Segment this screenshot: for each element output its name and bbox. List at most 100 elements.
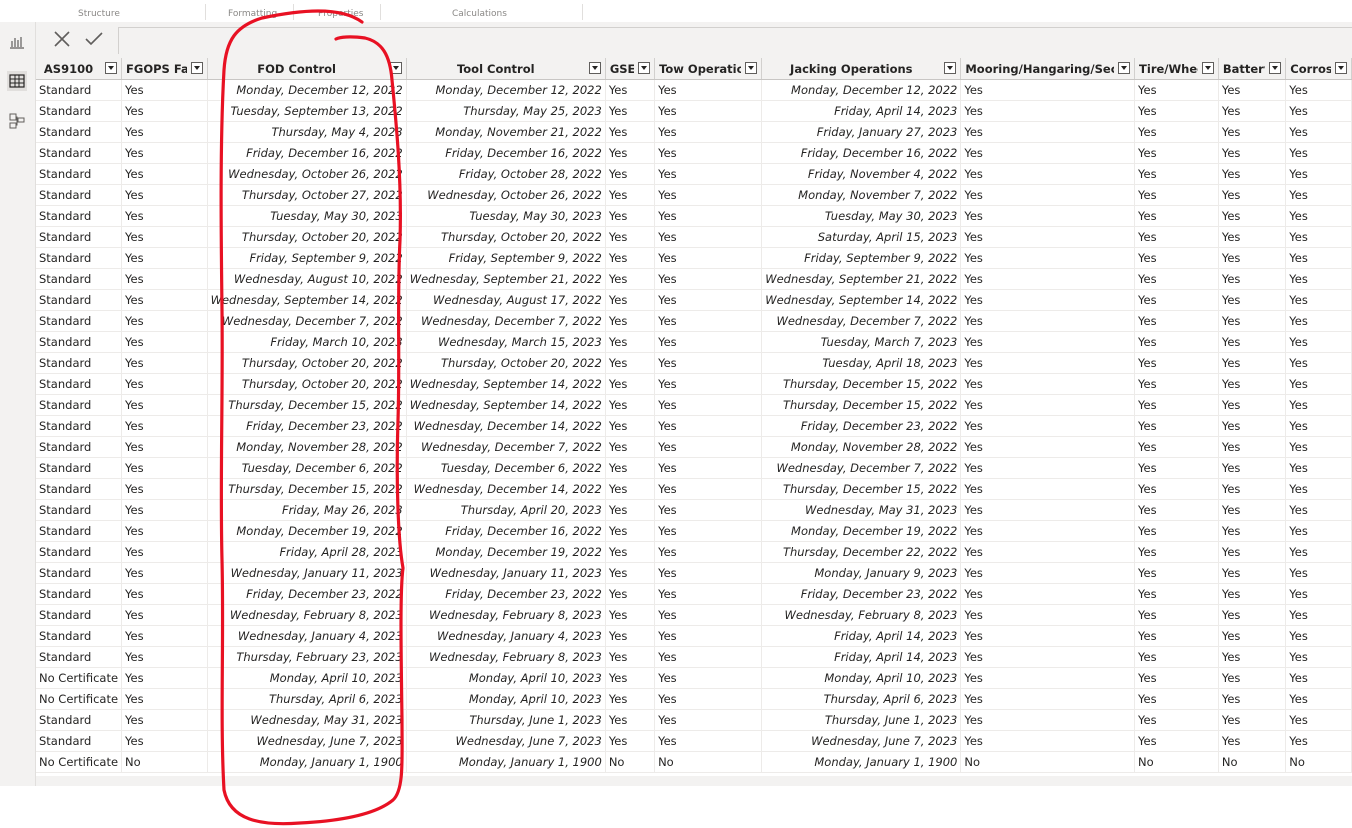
table-cell[interactable]: Yes: [960, 352, 1136, 374]
table-cell[interactable]: Yes: [1218, 205, 1287, 227]
table-cell[interactable]: Standard: [36, 205, 123, 227]
table-cell[interactable]: Yes: [654, 562, 763, 584]
table-cell[interactable]: Wednesday, October 26, 2022: [207, 163, 407, 185]
table-cell[interactable]: Friday, December 23, 2022: [207, 583, 407, 605]
table-cell[interactable]: Wednesday, June 7, 2023: [207, 730, 407, 752]
table-cell[interactable]: Yes: [654, 625, 763, 647]
table-cell[interactable]: Yes: [605, 226, 656, 248]
table-cell[interactable]: Thursday, October 20, 2022: [406, 352, 606, 374]
table-cell[interactable]: Yes: [605, 541, 656, 563]
table-cell[interactable]: Yes: [1218, 163, 1287, 185]
table-cell[interactable]: Yes: [1134, 247, 1219, 269]
table-cell[interactable]: Yes: [1134, 604, 1219, 626]
table-cell[interactable]: Yes: [121, 562, 208, 584]
table-cell[interactable]: Tuesday, May 30, 2023: [406, 205, 606, 227]
table-cell[interactable]: Thursday, April 6, 2023: [761, 688, 962, 710]
table-cell[interactable]: Yes: [121, 520, 208, 542]
table-cell[interactable]: Yes: [1285, 478, 1352, 500]
table-cell[interactable]: Wednesday, February 8, 2023: [406, 646, 606, 668]
table-cell[interactable]: Thursday, December 22, 2022: [761, 541, 962, 563]
table-cell[interactable]: Yes: [605, 142, 656, 164]
table-cell[interactable]: Tuesday, December 6, 2022: [207, 457, 407, 479]
table-cell[interactable]: Friday, September 9, 2022: [406, 247, 606, 269]
table-cell[interactable]: Friday, April 14, 2023: [761, 646, 962, 668]
table-cell[interactable]: Yes: [1218, 247, 1287, 269]
table-cell[interactable]: Yes: [960, 268, 1136, 290]
table-cell[interactable]: Yes: [1134, 268, 1219, 290]
table-cell[interactable]: Yes: [654, 730, 763, 752]
table-cell[interactable]: Yes: [605, 163, 656, 185]
model-view-icon[interactable]: [7, 111, 27, 131]
table-cell[interactable]: Thursday, December 15, 2022: [207, 478, 407, 500]
filter-dropdown-icon[interactable]: [389, 62, 402, 74]
table-cell[interactable]: Yes: [654, 604, 763, 626]
table-cell[interactable]: Yes: [1285, 604, 1352, 626]
table-cell[interactable]: Friday, December 16, 2022: [406, 520, 606, 542]
table-cell[interactable]: Friday, April 14, 2023: [761, 100, 962, 122]
table-cell[interactable]: Yes: [121, 373, 208, 395]
table-cell[interactable]: Wednesday, June 7, 2023: [761, 730, 962, 752]
table-cell[interactable]: Yes: [605, 184, 656, 206]
table-cell[interactable]: Yes: [121, 625, 208, 647]
table-cell[interactable]: Monday, December 19, 2022: [406, 541, 606, 563]
column-header-gse[interactable]: GSE: [605, 58, 656, 80]
table-cell[interactable]: Standard: [36, 163, 123, 185]
table-cell[interactable]: Monday, April 10, 2023: [761, 667, 962, 689]
table-cell[interactable]: Yes: [654, 457, 763, 479]
table-cell[interactable]: Yes: [605, 667, 656, 689]
column-header-mooring-hangaring-security[interactable]: Mooring/Hangaring/Security: [960, 58, 1136, 80]
table-cell[interactable]: No: [1218, 751, 1287, 773]
table-cell[interactable]: Yes: [654, 352, 763, 374]
table-cell[interactable]: Yes: [960, 709, 1136, 731]
table-cell[interactable]: Yes: [121, 457, 208, 479]
table-cell[interactable]: Yes: [654, 709, 763, 731]
table-cell[interactable]: Yes: [1218, 268, 1287, 290]
table-cell[interactable]: Yes: [121, 541, 208, 563]
table-cell[interactable]: Yes: [1285, 415, 1352, 437]
table-cell[interactable]: Yes: [654, 247, 763, 269]
table-cell[interactable]: Yes: [960, 142, 1136, 164]
table-cell[interactable]: Wednesday, October 26, 2022: [406, 184, 606, 206]
table-cell[interactable]: No: [605, 751, 656, 773]
table-cell[interactable]: Yes: [1134, 499, 1219, 521]
table-cell[interactable]: Yes: [960, 646, 1136, 668]
table-cell[interactable]: Standard: [36, 709, 123, 731]
table-cell[interactable]: Friday, September 9, 2022: [207, 247, 407, 269]
table-cell[interactable]: Yes: [1285, 310, 1352, 332]
table-cell[interactable]: Yes: [960, 205, 1136, 227]
table-cell[interactable]: Yes: [654, 667, 763, 689]
table-cell[interactable]: Yes: [654, 646, 763, 668]
column-header-corrosion[interactable]: Corrosion: [1285, 58, 1352, 80]
table-cell[interactable]: Yes: [605, 709, 656, 731]
table-cell[interactable]: Yes: [654, 583, 763, 605]
table-cell[interactable]: Standard: [36, 79, 123, 101]
table-cell[interactable]: Yes: [1285, 583, 1352, 605]
table-cell[interactable]: Yes: [605, 247, 656, 269]
table-cell[interactable]: Thursday, December 15, 2022: [207, 394, 407, 416]
table-cell[interactable]: Yes: [1218, 100, 1287, 122]
table-cell[interactable]: Monday, January 1, 1900: [406, 751, 606, 773]
table-cell[interactable]: Thursday, February 23, 2023: [207, 646, 407, 668]
table-cell[interactable]: Yes: [654, 289, 763, 311]
table-cell[interactable]: Yes: [605, 436, 656, 458]
table-cell[interactable]: Wednesday, February 8, 2023: [406, 604, 606, 626]
table-cell[interactable]: Yes: [1285, 499, 1352, 521]
table-cell[interactable]: Monday, April 10, 2023: [406, 688, 606, 710]
table-cell[interactable]: Yes: [1285, 373, 1352, 395]
table-cell[interactable]: Yes: [605, 394, 656, 416]
table-cell[interactable]: Yes: [960, 436, 1136, 458]
table-cell[interactable]: Yes: [960, 667, 1136, 689]
table-cell[interactable]: Yes: [654, 415, 763, 437]
commit-button[interactable]: [80, 28, 108, 50]
table-cell[interactable]: Yes: [121, 499, 208, 521]
table-cell[interactable]: Yes: [1134, 688, 1219, 710]
table-cell[interactable]: Yes: [121, 163, 208, 185]
table-cell[interactable]: Yes: [1285, 457, 1352, 479]
table-cell[interactable]: Yes: [960, 289, 1136, 311]
table-cell[interactable]: Standard: [36, 541, 123, 563]
table-cell[interactable]: Yes: [654, 184, 763, 206]
table-cell[interactable]: Yes: [605, 646, 656, 668]
table-cell[interactable]: Yes: [1285, 562, 1352, 584]
column-header-tire-wheel[interactable]: Tire/Wheel: [1134, 58, 1219, 80]
table-cell[interactable]: Yes: [1218, 331, 1287, 353]
